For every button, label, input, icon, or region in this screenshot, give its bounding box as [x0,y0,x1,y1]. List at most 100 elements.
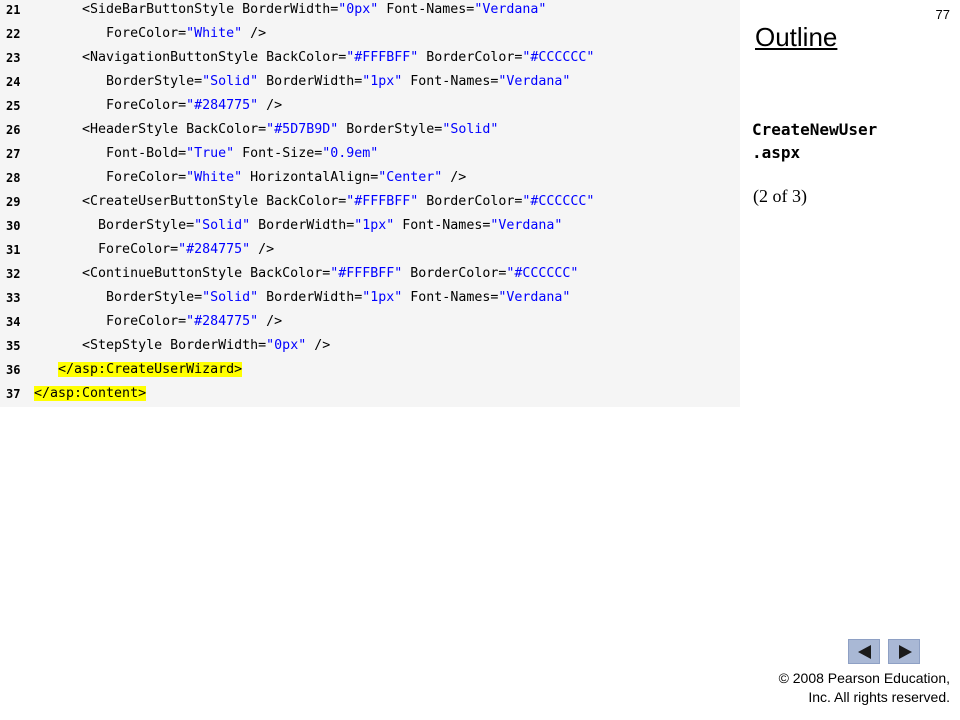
code-text: <NavigationButtonStyle BackColor="#FFFBF… [34,46,594,70]
line-number: 27 [6,147,21,161]
code-token: <HeaderStyle BackColor= [34,122,267,137]
code-token: ForeColor= [34,170,187,185]
line-number: 33 [6,291,21,305]
code-token: HorizontalAlign= [242,170,379,185]
line-number: 37 [6,387,21,401]
code-text: ForeColor="White" /> [34,22,266,46]
code-token: /> [242,26,267,41]
copyright-line-1: © 2008 Pearson Education, [778,670,950,686]
code-token: BorderWidth= [258,290,363,305]
code-token: ForeColor= [34,98,187,113]
code-text: ForeColor="#284775" /> [34,310,282,334]
attribute-value: "Verdana" [474,2,547,17]
line-number: 34 [6,315,21,329]
attribute-value: "Solid" [442,122,499,137]
line-number: 24 [6,75,21,89]
code-token: BorderColor= [418,194,523,209]
code-text: <ContinueButtonStyle BackColor="#FFFBFF"… [34,262,578,286]
outline-title[interactable]: Outline [755,22,837,53]
code-token: Font-Names= [402,74,499,89]
attribute-value: "1px" [354,218,395,233]
highlighted-tag: </asp:CreateUserWizard> [58,362,243,377]
attribute-value: "1px" [362,74,403,89]
attribute-value: "White" [186,170,243,185]
attribute-value: "Center" [378,170,443,185]
line-number: 29 [6,195,21,209]
attribute-value: "Verdana" [490,218,563,233]
triangle-left-icon [858,645,871,659]
code-token: Font-Names= [402,290,499,305]
code-token: <ContinueButtonStyle BackColor= [34,266,331,281]
code-text: BorderStyle="Solid" BorderWidth="1px" Fo… [34,70,570,94]
attribute-value: "Solid" [194,218,251,233]
code-token: BorderColor= [418,50,523,65]
code-token: ForeColor= [34,26,187,41]
code-token: ForeColor= [34,314,187,329]
attribute-value: "Solid" [202,74,259,89]
slide-number: 77 [935,7,950,22]
file-name-label: CreateNewUser .aspx [752,120,878,162]
code-text: </asp:CreateUserWizard> [34,358,243,382]
code-token: <CreateUserButtonStyle BackColor= [34,194,347,209]
code-token: <SideBarButtonStyle BorderWidth= [34,2,339,17]
code-token: /> [258,98,283,113]
attribute-value: "0px" [266,338,307,353]
code-token: Font-Bold= [34,146,187,161]
code-text: ForeColor="White" HorizontalAlign="Cente… [34,166,466,190]
code-token: /> [250,242,275,257]
attribute-value: "#284775" [186,98,259,113]
attribute-value: "Verdana" [498,74,571,89]
code-text: ForeColor="#284775" /> [34,238,274,262]
code-text: <SideBarButtonStyle BorderWidth="0px" Fo… [34,0,546,22]
line-number: 35 [6,339,21,353]
line-number: 21 [6,3,21,17]
line-number: 23 [6,51,21,65]
code-token: BorderStyle= [34,218,195,233]
attribute-value: "White" [186,26,243,41]
attribute-value: "#CCCCCC" [522,50,595,65]
code-token: BorderWidth= [258,74,363,89]
code-text: <HeaderStyle BackColor="#5D7B9D" BorderS… [34,118,498,142]
copyright-notice: © 2008 Pearson Education, Inc. All right… [779,669,950,707]
triangle-right-icon [899,645,912,659]
code-token: BorderWidth= [250,218,355,233]
previous-slide-button[interactable] [848,639,880,664]
attribute-value: "0.9em" [322,146,379,161]
code-text: BorderStyle="Solid" BorderWidth="1px" Fo… [34,286,570,310]
attribute-value: "#284775" [178,242,251,257]
code-token: /> [442,170,467,185]
line-number: 25 [6,99,21,113]
code-text: Font-Bold="True" Font-Size="0.9em" [34,142,378,166]
highlighted-tag: </asp:Content> [34,386,147,401]
line-number: 31 [6,243,21,257]
line-number: 30 [6,219,21,233]
code-text: ForeColor="#284775" /> [34,94,282,118]
attribute-value: "#FFFBFF" [346,194,419,209]
attribute-value: "Verdana" [498,290,571,305]
code-token: BorderColor= [402,266,507,281]
code-token: <NavigationButtonStyle BackColor= [34,50,347,65]
line-number: 26 [6,123,21,137]
code-token: BorderStyle= [34,74,203,89]
attribute-value: "True" [186,146,235,161]
next-slide-button[interactable] [888,639,920,664]
code-token: BorderStyle= [34,290,203,305]
attribute-value: "1px" [362,290,403,305]
code-token: <StepStyle BorderWidth= [34,338,267,353]
attribute-value: "#CCCCCC" [522,194,595,209]
line-number: 36 [6,363,21,377]
line-number: 28 [6,171,21,185]
line-number: 22 [6,27,21,41]
code-text: <StepStyle BorderWidth="0px" /> [34,334,330,358]
page-indicator: (2 of 3) [753,186,807,206]
code-text: </asp:Content> [34,382,147,406]
code-token: /> [306,338,331,353]
attribute-value: "0px" [338,2,379,17]
code-text: BorderStyle="Solid" BorderWidth="1px" Fo… [34,214,562,238]
line-number: 32 [6,267,21,281]
code-listing: 21 <SideBarButtonStyle BorderWidth="0px"… [0,0,740,407]
code-token: Font-Size= [234,146,323,161]
attribute-value: "#CCCCCC" [506,266,579,281]
code-token: Font-Names= [394,218,491,233]
